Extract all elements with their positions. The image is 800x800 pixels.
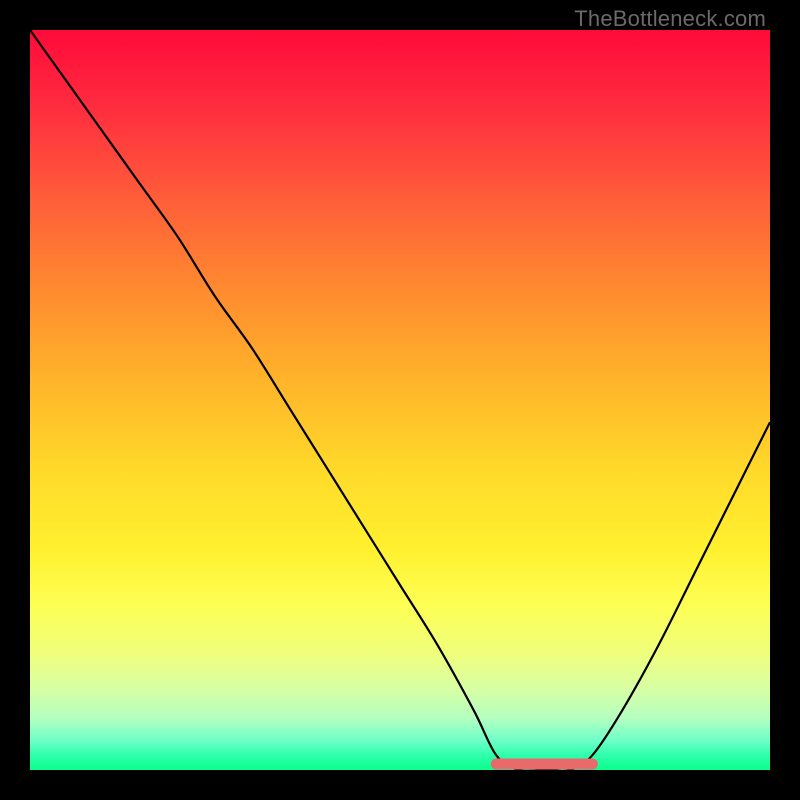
watermark-text: TheBottleneck.com — [574, 6, 766, 32]
plot-area — [30, 30, 770, 770]
bottleneck-curve — [30, 30, 770, 770]
chart-container: TheBottleneck.com — [0, 0, 800, 800]
chart-svg — [30, 30, 770, 770]
